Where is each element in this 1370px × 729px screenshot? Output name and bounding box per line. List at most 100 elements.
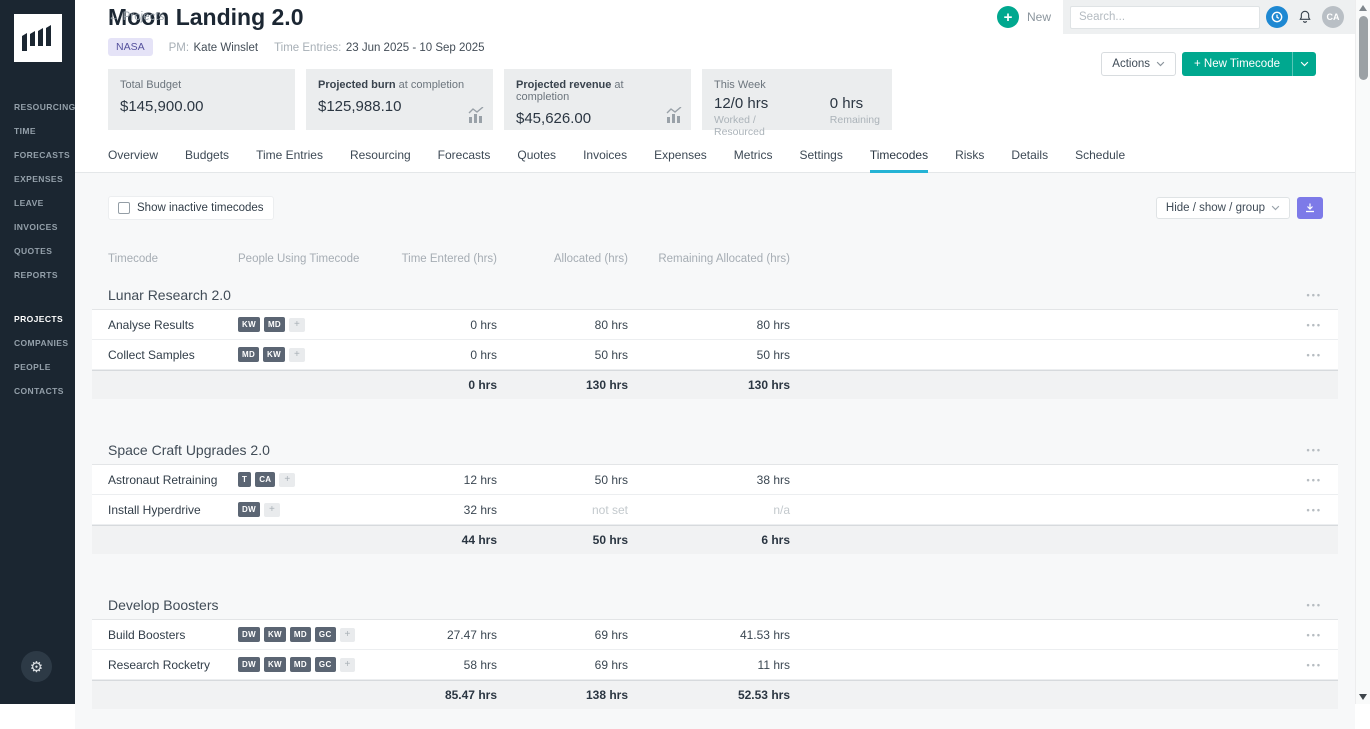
tab-overview[interactable]: Overview: [108, 144, 158, 173]
card-label: Total Budget: [120, 79, 283, 91]
chart-icon[interactable]: [666, 107, 682, 123]
more-options-button[interactable]: •••: [1292, 630, 1322, 640]
table-row: Collect Samples MD KW + 0 hrs 50 hrs 50 …: [92, 340, 1338, 370]
sidebar-item-quotes[interactable]: QUOTES: [0, 239, 75, 263]
sidebar-item-companies[interactable]: COMPANIES: [0, 331, 75, 355]
tab-metrics[interactable]: Metrics: [734, 144, 773, 173]
user-avatar[interactable]: CA: [1322, 6, 1344, 28]
more-options-button[interactable]: •••: [1292, 350, 1322, 360]
tab-timecodes[interactable]: Timecodes: [870, 144, 928, 173]
tab-risks[interactable]: Risks: [955, 144, 984, 173]
person-chip[interactable]: KW: [264, 657, 286, 672]
timecode-name[interactable]: Astronaut Retraining: [108, 473, 238, 487]
chart-icon[interactable]: [468, 107, 484, 123]
person-chip[interactable]: GC: [315, 627, 336, 642]
people-chips: DW +: [238, 502, 380, 517]
scroll-down-arrow-icon[interactable]: [1359, 694, 1367, 700]
actions-button[interactable]: Actions: [1101, 52, 1176, 76]
show-inactive-label: Show inactive timecodes: [137, 202, 264, 214]
breadcrumb[interactable]: ← Projects: [108, 11, 164, 23]
notifications-button[interactable]: [1294, 6, 1316, 28]
more-options-button[interactable]: •••: [1292, 660, 1322, 670]
tab-expenses[interactable]: Expenses: [654, 144, 707, 173]
person-chip[interactable]: KW: [238, 317, 260, 332]
sidebar-item-time[interactable]: TIME: [0, 119, 75, 143]
tab-quotes[interactable]: Quotes: [517, 144, 556, 173]
timecode-name[interactable]: Research Rocketry: [108, 658, 238, 672]
timecode-name[interactable]: Build Boosters: [108, 628, 238, 642]
tab-invoices[interactable]: Invoices: [583, 144, 627, 173]
tab-schedule[interactable]: Schedule: [1075, 144, 1125, 173]
more-options-button[interactable]: •••: [1292, 475, 1322, 485]
sidebar-nav-secondary: PROJECTS COMPANIES PEOPLE CONTACTS: [0, 307, 75, 403]
tab-budgets[interactable]: Budgets: [185, 144, 229, 173]
add-person-button[interactable]: +: [289, 348, 305, 362]
main-area: ← Projects + New: [75, 0, 1355, 704]
sidebar-item-forecasts[interactable]: FORECASTS: [0, 143, 75, 167]
scroll-up-arrow-icon[interactable]: [1359, 5, 1367, 11]
sidebar-item-people[interactable]: PEOPLE: [0, 355, 75, 379]
add-person-button[interactable]: +: [340, 658, 356, 672]
add-person-button[interactable]: +: [264, 503, 280, 517]
tab-resourcing[interactable]: Resourcing: [350, 144, 411, 173]
sidebar-item-contacts[interactable]: CONTACTS: [0, 379, 75, 403]
show-inactive-checkbox[interactable]: [118, 202, 130, 214]
add-person-button[interactable]: +: [289, 318, 305, 332]
person-chip[interactable]: MD: [290, 627, 311, 642]
sidebar-item-invoices[interactable]: INVOICES: [0, 215, 75, 239]
hide-show-group-button[interactable]: Hide / show / group: [1156, 197, 1290, 219]
topbar-right: + New: [997, 0, 1355, 34]
more-options-button[interactable]: •••: [1307, 600, 1322, 610]
global-new-button[interactable]: +: [997, 6, 1019, 28]
person-chip[interactable]: MD: [264, 317, 285, 332]
sidebar-item-resourcing[interactable]: RESOURCING: [0, 95, 75, 119]
tab-forecasts[interactable]: Forecasts: [438, 144, 491, 173]
new-timecode-button[interactable]: + New Timecode: [1182, 52, 1316, 76]
sidebar-item-leave[interactable]: LEAVE: [0, 191, 75, 215]
export-button[interactable]: [1297, 197, 1323, 219]
timecode-name[interactable]: Analyse Results: [108, 318, 238, 332]
remaining-cell: 50 hrs: [628, 348, 790, 362]
timecode-name[interactable]: Collect Samples: [108, 348, 238, 362]
plus-icon: +: [1004, 9, 1013, 26]
vertical-scrollbar[interactable]: [1355, 0, 1370, 704]
sidebar-item-expenses[interactable]: EXPENSES: [0, 167, 75, 191]
remaining-cell: 38 hrs: [628, 473, 790, 487]
group-header: Develop Boosters •••: [92, 590, 1338, 620]
new-timecode-dropdown[interactable]: [1292, 52, 1316, 76]
sidebar-item-reports[interactable]: REPORTS: [0, 263, 75, 287]
more-options-button[interactable]: •••: [1307, 445, 1322, 455]
table-row: Analyse Results KW MD + 0 hrs 80 hrs 80 …: [92, 310, 1338, 340]
person-chip[interactable]: GC: [315, 657, 336, 672]
timecode-name[interactable]: Install Hyperdrive: [108, 503, 238, 517]
more-options-button[interactable]: •••: [1292, 505, 1322, 515]
person-chip[interactable]: MD: [290, 657, 311, 672]
tab-details[interactable]: Details: [1011, 144, 1048, 173]
person-chip[interactable]: KW: [264, 627, 286, 642]
person-chip[interactable]: MD: [238, 347, 259, 362]
tab-time-entries[interactable]: Time Entries: [256, 144, 323, 173]
person-chip[interactable]: DW: [238, 502, 260, 517]
add-person-button[interactable]: +: [279, 473, 295, 487]
card-label: Projected burn at completion: [318, 79, 481, 91]
total-remaining: 6 hrs: [628, 533, 790, 547]
projected-revenue-card: Projected revenue at completion $45,626.…: [504, 69, 691, 130]
settings-gear-button[interactable]: ⚙: [21, 651, 52, 682]
person-chip[interactable]: KW: [263, 347, 285, 362]
show-inactive-toggle[interactable]: Show inactive timecodes: [108, 196, 274, 220]
sidebar-item-projects[interactable]: PROJECTS: [0, 307, 75, 331]
tab-settings[interactable]: Settings: [799, 144, 842, 173]
add-person-button[interactable]: +: [340, 628, 356, 642]
timer-button[interactable]: [1266, 6, 1288, 28]
person-chip[interactable]: CA: [255, 472, 275, 487]
people-chips: DW KW MD GC +: [238, 657, 380, 672]
app-logo[interactable]: [14, 14, 62, 62]
total-budget-card: Total Budget $145,900.00: [108, 69, 295, 130]
more-options-button[interactable]: •••: [1307, 290, 1322, 300]
scrollbar-thumb[interactable]: [1359, 16, 1368, 80]
search-input[interactable]: [1070, 6, 1260, 29]
person-chip[interactable]: DW: [238, 627, 260, 642]
person-chip[interactable]: T: [238, 472, 251, 487]
more-options-button[interactable]: •••: [1292, 320, 1322, 330]
person-chip[interactable]: DW: [238, 657, 260, 672]
